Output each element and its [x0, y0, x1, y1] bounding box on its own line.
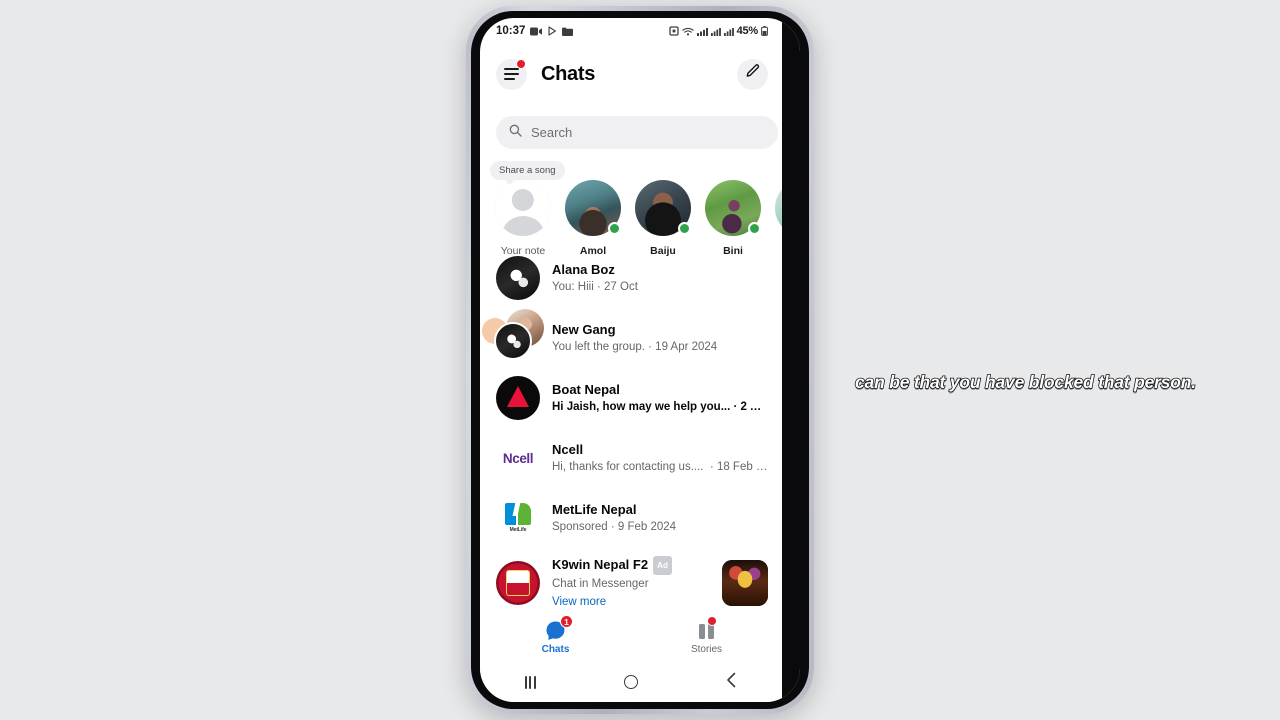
- chat-preview: Chat in Messenger: [552, 578, 649, 590]
- chat-preview: Hi Jaish, how may we help you... · 2 Apr…: [552, 399, 768, 415]
- video-camera-icon: [530, 27, 543, 36]
- home-button[interactable]: [606, 667, 656, 697]
- online-status-indicator: [678, 222, 691, 235]
- back-button[interactable]: [707, 667, 757, 697]
- menu-notification-badge: [515, 58, 526, 69]
- battery-icon: [761, 26, 768, 36]
- signal-bars-2-icon: [723, 27, 734, 36]
- note-item-baiju[interactable]: Baiju: [628, 158, 698, 257]
- notes-row[interactable]: Share a song Your note Amol Baiju Bini: [480, 158, 800, 257]
- wifi-icon: [681, 27, 694, 36]
- note-item-bini[interactable]: Bini: [698, 158, 768, 257]
- table-row[interactable]: New Gang You left the group. · 19 Apr 20…: [480, 308, 782, 368]
- tab-label: Chats: [541, 644, 570, 655]
- app-header: Chats: [480, 48, 782, 100]
- chat-name: K9win Nepal F2 Ad: [552, 556, 714, 575]
- avatar: [482, 309, 544, 360]
- chat-timestamp: 27 Oct: [604, 281, 638, 293]
- home-circle-icon: [623, 675, 638, 689]
- chat-timestamp: 2 Apr 2024: [740, 401, 768, 413]
- chat-name: New Gang: [552, 322, 616, 337]
- status-bar: 10:37 45%: [480, 18, 782, 44]
- search-input[interactable]: Search: [531, 125, 572, 140]
- chat-preview-text: You: Hiii: [552, 281, 594, 293]
- default-person-icon: [495, 180, 551, 236]
- signal-4g-icon: [696, 27, 708, 36]
- metlife-logo-icon: MetLife: [496, 496, 540, 540]
- tab-chats[interactable]: 1 Chats: [480, 615, 631, 655]
- avatar: MetLife: [496, 496, 540, 540]
- recents-button[interactable]: [505, 667, 555, 697]
- table-row[interactable]: MetLife MetLife Nepal Sponsored · 9 Feb …: [480, 488, 782, 548]
- table-row[interactable]: Ncell Ncell Hi, thanks for contacting us…: [480, 428, 782, 488]
- chat-name: Alana Boz: [552, 262, 615, 277]
- view-more-link[interactable]: View more: [552, 594, 714, 610]
- chat-name: Boat Nepal: [552, 382, 620, 397]
- battery-percent: 45%: [736, 25, 759, 37]
- ncell-logo-icon: Ncell: [502, 450, 534, 466]
- chat-timestamp: 9 Feb 2024: [617, 521, 677, 533]
- tab-stories[interactable]: Stories: [631, 616, 782, 655]
- search-icon: [509, 124, 522, 142]
- search-bar[interactable]: Search: [496, 116, 778, 149]
- status-time: 10:37: [496, 25, 526, 37]
- chat-list[interactable]: Alana Boz You: Hiii · 27 Oct New Gang Yo…: [480, 248, 782, 630]
- share-a-song-tooltip[interactable]: Share a song: [490, 161, 565, 184]
- online-status-indicator: [608, 222, 621, 235]
- android-navigation-bar[interactable]: [480, 662, 782, 702]
- avatar: Ncell: [496, 436, 540, 480]
- back-chevron-icon: [726, 672, 737, 693]
- chat-timestamp: 18 Feb 2024: [716, 461, 768, 473]
- chat-preview: Hi, thanks for contacting us.... · 18 Fe…: [552, 459, 768, 475]
- table-row[interactable]: Boat Nepal Hi Jaish, how may we help you…: [480, 368, 782, 428]
- chat-preview-text: Hi Jaish, how may we help you...: [552, 401, 731, 413]
- alarm-icon: [668, 26, 679, 36]
- folder-icon: [562, 27, 574, 36]
- chat-preview: You left the group. · 19 Apr 2024: [552, 341, 718, 353]
- stories-icon: [699, 616, 717, 641]
- signal-bars-1-icon: [710, 27, 721, 36]
- chat-preview-text: Hi, thanks for contacting us....: [552, 461, 704, 473]
- chat-preview-text: Sponsored: [552, 521, 608, 533]
- tab-label: Stories: [690, 644, 723, 655]
- caption-subtitle: can be that you have blocked that person…: [854, 371, 1197, 393]
- chat-preview-text: You left the group.: [552, 341, 645, 353]
- chats-unread-badge: 1: [560, 615, 573, 628]
- phone-screen: 10:37 45% Chats Search Share a song Your…: [480, 18, 800, 702]
- avatar: [496, 561, 540, 605]
- recents-icon: [525, 675, 536, 689]
- k9win-logo-icon: [496, 561, 540, 605]
- status-badge: Ad: [653, 556, 673, 575]
- bottom-tab-bar[interactable]: 1 Chats Stories: [480, 612, 782, 662]
- note-item-amol[interactable]: Amol: [558, 158, 628, 257]
- hamburger-menu-button[interactable]: [496, 58, 527, 90]
- chat-name: Ncell: [552, 442, 584, 457]
- group-avatar-primary: [494, 322, 532, 360]
- chat-timestamp: 19 Apr 2024: [655, 341, 718, 353]
- chat-preview: You: Hiii · 27 Oct: [552, 281, 638, 293]
- avatar: [496, 256, 540, 300]
- chat-preview: Sponsored · 9 Feb 2024: [552, 521, 677, 533]
- stories-notification-dot: [706, 616, 717, 626]
- compose-new-message-button[interactable]: [737, 58, 768, 90]
- play-store-icon: [547, 26, 557, 36]
- table-row[interactable]: Alana Boz You: Hiii · 27 Oct: [480, 248, 782, 308]
- avatar: [496, 376, 540, 420]
- chat-bubble-icon: 1: [545, 615, 573, 641]
- avatar: [495, 180, 551, 236]
- page-title: Chats: [541, 62, 596, 85]
- pencil-edit-icon: [745, 64, 760, 84]
- note-item-your-note[interactable]: Share a song Your note: [488, 158, 565, 257]
- ad-thumbnail[interactable]: [722, 560, 768, 606]
- screen-edge-band: [782, 18, 800, 702]
- table-row[interactable]: K9win Nepal F2 Ad Chat in Messenger View …: [480, 548, 782, 618]
- boat-logo-icon: [507, 385, 529, 407]
- chat-name: MetLife Nepal: [552, 502, 637, 517]
- online-status-indicator: [748, 222, 761, 235]
- chat-name-text: K9win Nepal F2: [552, 557, 649, 572]
